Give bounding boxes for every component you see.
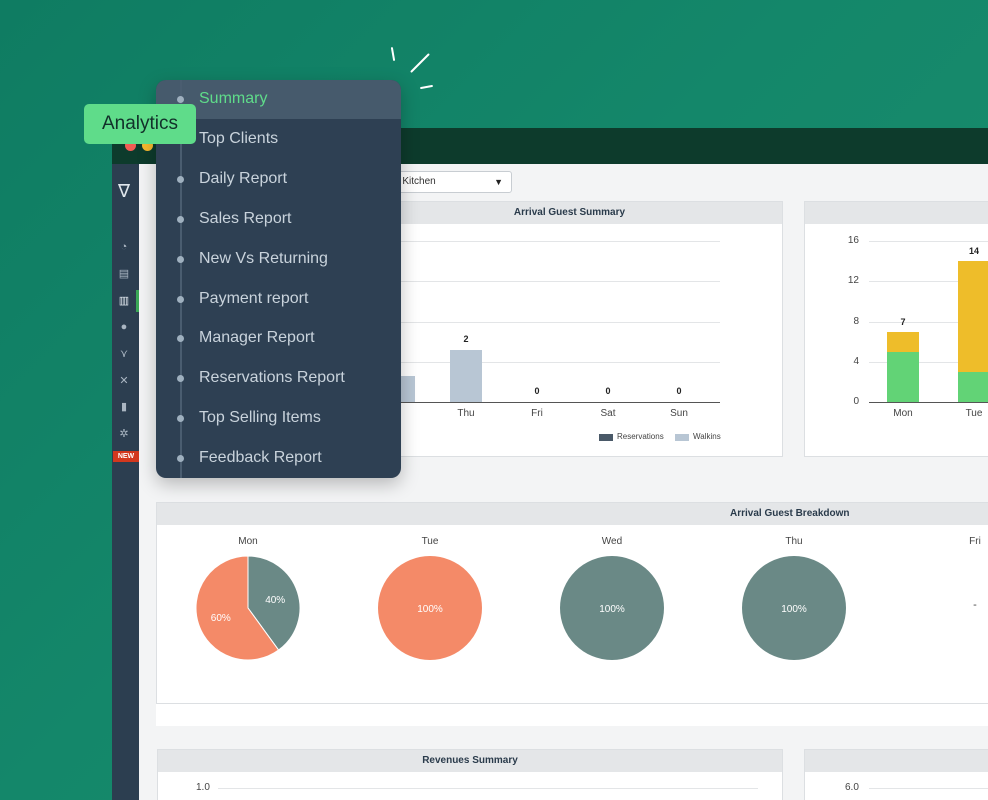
menu-item-reservations-report[interactable]: Reservations Report <box>199 368 345 388</box>
menu-item-top-clients[interactable]: Top Clients <box>199 129 278 149</box>
user-icon[interactable]: ● <box>117 320 131 334</box>
pie-slice-label: 60% <box>211 613 231 624</box>
data-label: 2 <box>463 334 469 344</box>
grid-line <box>401 362 720 363</box>
dashboard-icon[interactable]: ◔ <box>117 240 131 254</box>
breakdown-footer-strip <box>156 704 988 726</box>
sparkle-mark <box>419 84 434 90</box>
menu-item-feedback-report[interactable]: Feedback Report <box>199 448 322 468</box>
grid-line <box>869 402 988 403</box>
bar-walkins[interactable] <box>450 350 482 402</box>
right-bottom-card: 6.0 <box>804 749 988 800</box>
menu-bullet <box>177 255 184 263</box>
tools-icon[interactable]: ✕ <box>117 374 131 388</box>
stacked-bar-card: 16 12 8 4 0 7 Mon 14 Tue <box>804 201 988 457</box>
new-badge: NEW <box>113 451 139 462</box>
menu-bullet <box>177 215 184 223</box>
pie-day-label: Mon <box>238 536 257 547</box>
document-icon[interactable]: ▮ <box>117 400 131 414</box>
legend-label-reservations: Reservations <box>617 432 664 441</box>
legend-swatch-walkins <box>675 434 689 441</box>
arrival-summary-card: Arrival Guest Summary Reservations Walki… <box>356 201 783 457</box>
y-tick-label: 12 <box>847 275 859 287</box>
menu-bullet <box>177 96 184 103</box>
grid-line <box>869 788 988 789</box>
pie-slice-label: 100% <box>599 604 625 615</box>
pie-empty-label: - <box>973 599 977 611</box>
x-axis-line <box>401 402 720 403</box>
sparkle-mark <box>410 53 430 73</box>
x-tick-label: Sun <box>670 408 688 419</box>
right-bottom-ytick-top: 6.0 <box>845 782 859 793</box>
grid-line <box>401 241 720 242</box>
x-tick-label: Mon <box>893 408 913 419</box>
share-icon[interactable]: ⋎ <box>117 347 131 361</box>
stacked-bar-segment[interactable] <box>958 371 988 402</box>
pie-day-label: Tue <box>422 536 439 547</box>
stacked-bar-title <box>805 202 988 224</box>
y-tick-label: 16 <box>847 235 859 246</box>
menu-item-payment-report[interactable]: Payment report <box>199 289 308 309</box>
legend-swatch-reservations <box>599 434 613 441</box>
menu-item-summary[interactable]: Summary <box>199 89 267 109</box>
x-tick-label: Sat <box>600 408 616 419</box>
reservations-icon[interactable]: ▤ <box>117 267 131 281</box>
menu-bullet <box>177 175 184 183</box>
stacked-bar-segment[interactable] <box>887 351 919 402</box>
grid-line <box>869 241 988 242</box>
legend-label-walkins: Walkins <box>693 432 721 441</box>
menu-item-new-vs-returning[interactable]: New Vs Returning <box>199 249 328 269</box>
sparkle-mark <box>390 46 396 62</box>
stacked-bar-segment[interactable] <box>958 261 988 372</box>
x-tick-label: Fri <box>531 408 543 419</box>
arrival-breakdown-title-text: Arrival Guest Breakdown <box>730 508 850 519</box>
data-label: 0 <box>534 386 540 396</box>
pie-slice-label: 100% <box>781 604 807 615</box>
sidebar-rail <box>112 164 139 800</box>
analytics-tag[interactable]: Analytics <box>84 104 196 144</box>
logo-icon[interactable]: ∇ <box>116 180 132 202</box>
revenues-summary-card: Revenues Summary 1.0 <box>157 749 783 800</box>
arrival-summary-title: Arrival Guest Summary <box>357 202 782 224</box>
arrival-breakdown-title: Arrival Guest Breakdown <box>157 503 988 525</box>
analytics-icon[interactable]: ▥ <box>117 294 131 308</box>
data-label: 0 <box>676 386 682 396</box>
grid-line <box>401 322 720 323</box>
bar-walkins-partial[interactable] <box>401 376 415 402</box>
pie-day-label: Fri <box>969 536 981 547</box>
y-tick-label: 0 <box>853 396 859 407</box>
menu-bullet <box>177 295 184 303</box>
pie-day-label: Thu <box>785 536 802 547</box>
y-tick-label: 8 <box>853 315 859 327</box>
stacked-bar-segment[interactable] <box>887 331 919 352</box>
menu-item-manager-report[interactable]: Manager Report <box>199 328 315 348</box>
y-tick-label: 4 <box>853 355 859 367</box>
rail-active-indicator <box>136 290 139 312</box>
grid-line <box>401 281 720 282</box>
revenues-summary-title: Revenues Summary <box>158 750 782 772</box>
x-tick-label: Tue <box>965 408 983 419</box>
total-label: 14 <box>968 246 979 257</box>
pie-charts: Mon Tue Wed Thu Fri 40% 60% 100% 100% 100% - <box>195 536 981 661</box>
grid-line <box>218 788 758 789</box>
revenues-ytick-top: 1.0 <box>196 782 210 793</box>
menu-item-top-selling-items[interactable]: Top Selling Items <box>199 408 321 428</box>
pie-slice-label: 40% <box>265 595 285 606</box>
pie-slice-label: 100% <box>417 604 443 615</box>
right-bottom-title <box>805 750 988 772</box>
gear-icon[interactable]: ✲ <box>117 427 131 441</box>
x-tick-label: Thu <box>457 408 475 419</box>
menu-item-sales-report[interactable]: Sales Report <box>199 209 292 229</box>
pie-day-label: Wed <box>602 536 622 547</box>
data-label: 0 <box>605 386 611 396</box>
menu-item-daily-report[interactable]: Daily Report <box>199 169 287 189</box>
total-label: 7 <box>900 316 906 327</box>
chevron-down-icon: ▼ <box>494 177 503 187</box>
